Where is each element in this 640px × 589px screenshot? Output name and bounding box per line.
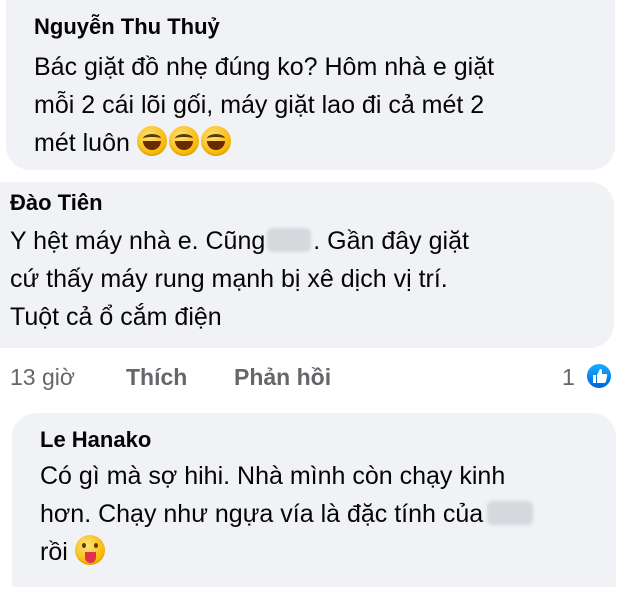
comment-text-line: cứ thấy máy rung mạnh bị xê dịch vị trí.	[10, 265, 448, 293]
laughing-emoji-icon	[136, 126, 167, 156]
comment-text-line: Bác giặt đồ nhẹ đúng ko? Hôm nhà e giặt	[34, 53, 495, 81]
comment-text: . Gần đây giặt	[313, 227, 469, 255]
comment-author-1[interactable]: Nguyễn Thu Thuỷ	[34, 14, 220, 40]
comment-text-line: Tuột cả ổ cắm điện	[10, 303, 222, 331]
comment-author-3[interactable]: Le Hanako	[40, 427, 151, 453]
reaction-count[interactable]: 1	[562, 364, 575, 391]
comment-text: hơn. Chạy như ngựa vía là đặc tính của	[40, 500, 484, 528]
reply-button[interactable]: Phản hồi	[234, 364, 331, 391]
laughing-emoji-icon	[168, 126, 199, 156]
comment-text-line-with-redaction: hơn. Chạy như ngựa vía là đặc tính của	[40, 495, 534, 533]
comment-text: rồi	[40, 538, 75, 566]
comment-text-line: Có gì mà sợ hihi. Nhà mình còn chạy kinh	[40, 462, 506, 490]
comment-text: Y hệt máy nhà e. Cũng	[10, 227, 266, 255]
comment-timestamp[interactable]: 13 giờ	[10, 364, 75, 391]
laughing-emoji-icon	[200, 126, 231, 156]
blurred-redaction	[487, 501, 534, 525]
comment-bubble-1: Nguyễn Thu Thuỷ Bác giặt đồ nhẹ đúng ko?…	[6, 0, 615, 170]
comment-text-line: mỗi 2 cái lõi gối, máy giặt lao đi cả mé…	[34, 91, 485, 119]
thumbs-up-icon[interactable]	[585, 362, 613, 390]
comment-text-line-with-emoji: mét luôn	[34, 124, 233, 162]
comment-bubble-3: Le Hanako Có gì mà sợ hihi. Nhà mình còn…	[12, 413, 616, 587]
like-button[interactable]: Thích	[126, 364, 187, 391]
blurred-redaction	[267, 228, 312, 252]
comment-text: mét luôn	[34, 129, 137, 157]
comment-text-line-with-redaction: Y hệt máy nhà e. Cũng . Gần đây giặt	[10, 222, 469, 260]
comment-text-line-with-emoji: rồi	[40, 533, 107, 571]
tongue-wink-emoji-icon	[74, 535, 105, 565]
comment-author-2[interactable]: Đào Tiên	[10, 190, 103, 216]
comment-bubble-2: Đào Tiên Y hệt máy nhà e. Cũng . Gần đây …	[0, 182, 614, 348]
